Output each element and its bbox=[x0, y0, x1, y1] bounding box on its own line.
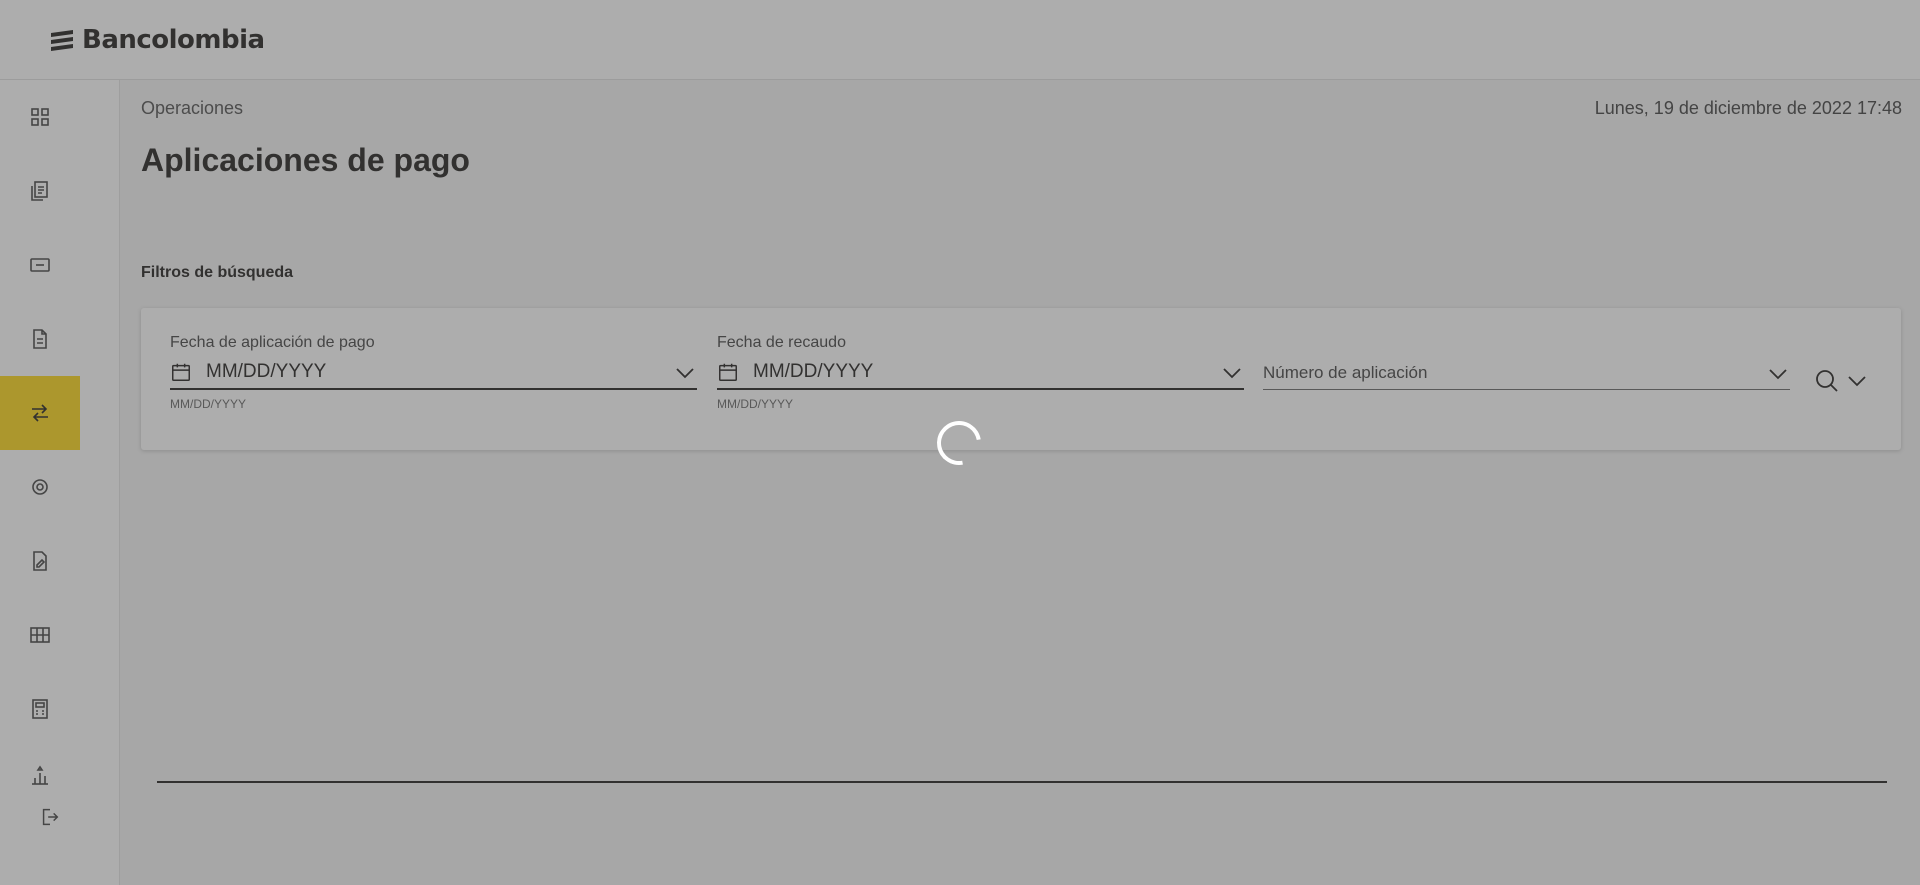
loading-spinner bbox=[928, 412, 990, 474]
loading-overlay bbox=[0, 0, 1920, 885]
